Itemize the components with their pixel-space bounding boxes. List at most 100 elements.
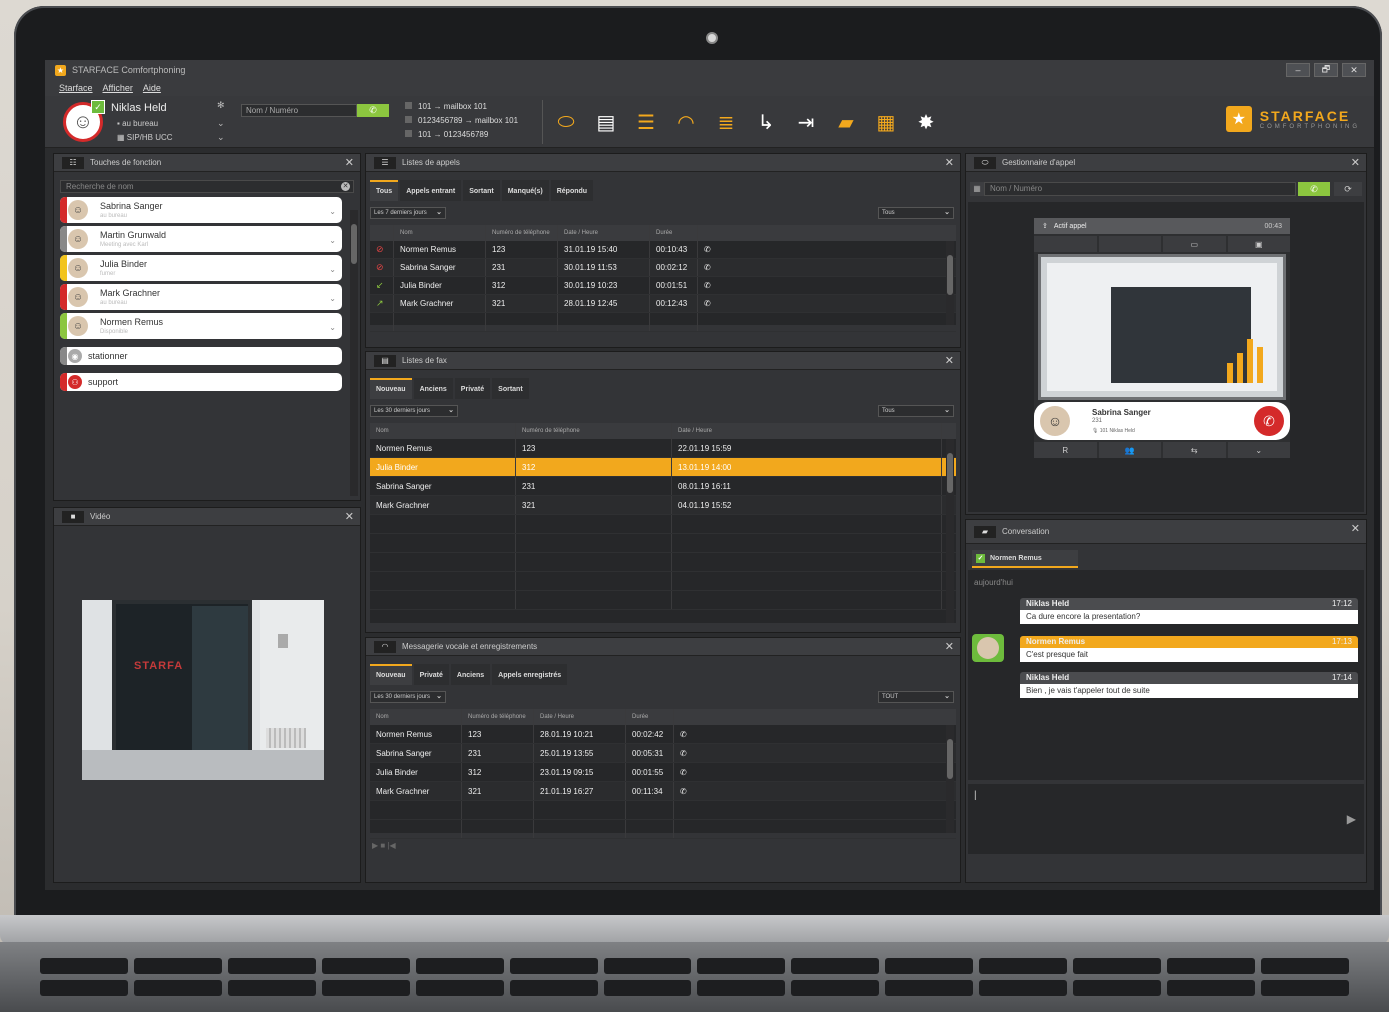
close-icon[interactable]: ✕ [1351, 522, 1360, 535]
scrollbar[interactable] [350, 210, 358, 496]
recall-button[interactable]: R [1034, 442, 1097, 458]
user-line[interactable]: ▦ SIP/HB UCC [117, 133, 173, 142]
refresh-icon[interactable]: ⟳ [1334, 182, 1362, 196]
tab-privat-[interactable]: Privaté [413, 664, 449, 685]
play-icon[interactable]: ▶ [372, 841, 378, 850]
redirect-checkbox[interactable] [405, 130, 412, 137]
menu-starface[interactable]: Starface [59, 83, 93, 93]
scrollbar[interactable] [946, 241, 954, 325]
player-controls[interactable]: ▶ ■ |◀ [372, 841, 960, 850]
header-cell[interactable]: Date / Heure [534, 709, 626, 725]
range-select[interactable]: Les 30 derniers jours ⌄ [370, 405, 458, 417]
contact-card[interactable]: ☺ Julia Binder fumer ⌄ [60, 255, 342, 281]
callmanager-call-button[interactable]: ✆ [1298, 182, 1330, 196]
callback-phone-icon[interactable]: ✆ [698, 295, 728, 312]
group-key[interactable]: ◉ stationner [60, 347, 342, 365]
callback-phone-icon[interactable]: ✆ [674, 763, 704, 781]
header-cell[interactable]: Date / Heure [558, 225, 650, 241]
header-cell[interactable]: Numéro de téléphone [486, 225, 558, 241]
callback-phone-icon[interactable]: ✆ [674, 725, 704, 743]
tab-manqu-s-[interactable]: Manqué(s) [501, 180, 549, 201]
forward-icon[interactable]: ↳ [753, 110, 779, 134]
range-select[interactable]: Les 30 derniers jours ⌄ [370, 691, 446, 703]
close-icon[interactable]: ✕ [945, 640, 954, 653]
notes-icon[interactable]: ▦ [873, 110, 899, 134]
settings-gear-icon[interactable]: ✻ [217, 100, 225, 111]
stop-icon[interactable]: ■ [380, 841, 385, 850]
callback-phone-icon[interactable]: ✆ [698, 241, 728, 258]
table-row[interactable]: ↗ Mark Grachner 321 28.01.19 12:45 00:12:43 ✆ [370, 295, 956, 313]
transfer-button[interactable]: ⇆ [1163, 442, 1226, 458]
hangup-button[interactable]: ✆ [1254, 406, 1284, 436]
close-icon[interactable]: ✕ [945, 354, 954, 367]
close-icon[interactable]: ✕ [345, 156, 354, 169]
close-icon[interactable]: ✕ [945, 156, 954, 169]
name-search-input[interactable]: Recherche de nom ✕ [60, 180, 354, 193]
video-feed[interactable]: STARFA [82, 600, 324, 780]
redirect-checkbox[interactable] [405, 102, 412, 109]
header-cell[interactable]: Nom [394, 225, 486, 241]
header-cell[interactable]: Date / Heure [672, 423, 942, 439]
screen-share-preview[interactable] [1038, 254, 1286, 400]
dial-call-button[interactable]: ✆ [357, 104, 389, 117]
fax-list-icon[interactable]: ≣ [713, 110, 739, 134]
clear-icon[interactable]: ✕ [341, 182, 350, 191]
header-cell[interactable]: Nom [370, 709, 462, 725]
table-row[interactable]: ⊘ Normen Remus 123 31.01.19 15:40 00:10:43 ✆ [370, 241, 956, 259]
tab-sortant[interactable]: Sortant [463, 180, 500, 201]
tab-nouveau[interactable]: Nouveau [370, 664, 412, 685]
phonebook-icon[interactable]: ▤ [593, 110, 619, 134]
callback-phone-icon[interactable]: ✆ [674, 782, 704, 800]
list-icon[interactable]: ☰ [633, 110, 659, 134]
callback-phone-icon[interactable]: ✆ [698, 259, 728, 276]
table-row[interactable]: Mark Grachner 321 21.01.19 16:27 00:11:34 ✆ [370, 782, 956, 801]
table-row[interactable]: Sabrina Sanger 231 25.01.19 13:55 00:05:31 ✆ [370, 744, 956, 763]
table-row[interactable]: Julia Binder 312 13.01.19 14:00 [370, 458, 956, 477]
chevron-down-icon[interactable]: ⌄ [329, 207, 336, 216]
tab-nouveau[interactable]: Nouveau [370, 378, 412, 399]
more-chevron-button[interactable]: ⌄ [1227, 442, 1290, 458]
table-row[interactable]: Mark Grachner 321 04.01.19 15:52 [370, 496, 956, 515]
screen-share-icon[interactable]: ▭ [1163, 236, 1226, 252]
tab-tous[interactable]: Tous [370, 180, 399, 201]
tab-privat-[interactable]: Privaté [454, 378, 491, 399]
table-row[interactable]: Normen Remus 123 22.01.19 15:59 [370, 439, 956, 458]
header-cell[interactable]: Numéro de téléphone [516, 423, 672, 439]
contact-card[interactable]: ☺ Normen Remus Disponible ⌄ [60, 313, 342, 339]
redirect-3[interactable]: 101 → 0123456789 [405, 130, 488, 139]
redirect-1[interactable]: 101 → mailbox 101 [405, 102, 487, 111]
user-status[interactable]: ▪ au bureau [117, 119, 158, 128]
contact-card[interactable]: ☺ Mark Grachner au bureau ⌄ [60, 284, 342, 310]
settings-icon[interactable]: ✸ [913, 110, 939, 134]
redirect-2[interactable]: 0123456789 → mailbox 101 [405, 116, 518, 125]
chevron-down-icon[interactable]: ⌄ [329, 323, 336, 332]
chat-tab-normen-remus[interactable]: ✓ Normen Remus [972, 550, 1078, 568]
filter-select[interactable]: TOUT ⌄ [878, 691, 954, 703]
callback-phone-icon[interactable]: ✆ [698, 277, 728, 294]
filter-select[interactable]: Tous ⌄ [878, 207, 954, 219]
conference-button[interactable]: 👥 [1098, 442, 1161, 458]
dial-input[interactable]: Nom / Numéro [241, 104, 357, 117]
scrollbar[interactable] [946, 725, 954, 833]
toggle-icon[interactable]: ⬭ [553, 110, 579, 134]
tab-sortant[interactable]: Sortant [492, 378, 529, 399]
table-row[interactable]: ↙ Julia Binder 312 30.01.19 10:23 00:01:51 ✆ [370, 277, 956, 295]
header-cell[interactable]: Nom [370, 423, 516, 439]
table-row[interactable]: Sabrina Sanger 231 08.01.19 16:11 [370, 477, 956, 496]
contact-card[interactable]: ☺ Sabrina Sanger au bureau ⌄ [60, 197, 342, 223]
close-icon[interactable]: ✕ [345, 510, 354, 523]
close-button[interactable]: ✕ [1342, 63, 1366, 77]
tab-anciens[interactable]: Anciens [450, 664, 491, 685]
dialpad-icon[interactable]: ▦ [970, 182, 984, 196]
chevron-down-icon[interactable]: ⌄ [329, 236, 336, 245]
minimize-button[interactable]: – [1286, 63, 1310, 77]
chat-input[interactable]: | [968, 784, 1364, 854]
redirect-checkbox[interactable] [405, 116, 412, 123]
chevron-down-icon[interactable]: ⌄ [329, 265, 336, 274]
tab-appels-entrant[interactable]: Appels entrant [400, 180, 462, 201]
line-chevron-down-icon[interactable]: ⌄ [217, 132, 225, 143]
contact-card[interactable]: ☺ Martin Grunwald Meeting avec Karl ⌄ [60, 226, 342, 252]
chevron-down-icon[interactable]: ⌄ [329, 294, 336, 303]
tab-appels-enregistr-s[interactable]: Appels enregistrés [492, 664, 568, 685]
restore-button[interactable]: 🗗 [1314, 63, 1338, 77]
